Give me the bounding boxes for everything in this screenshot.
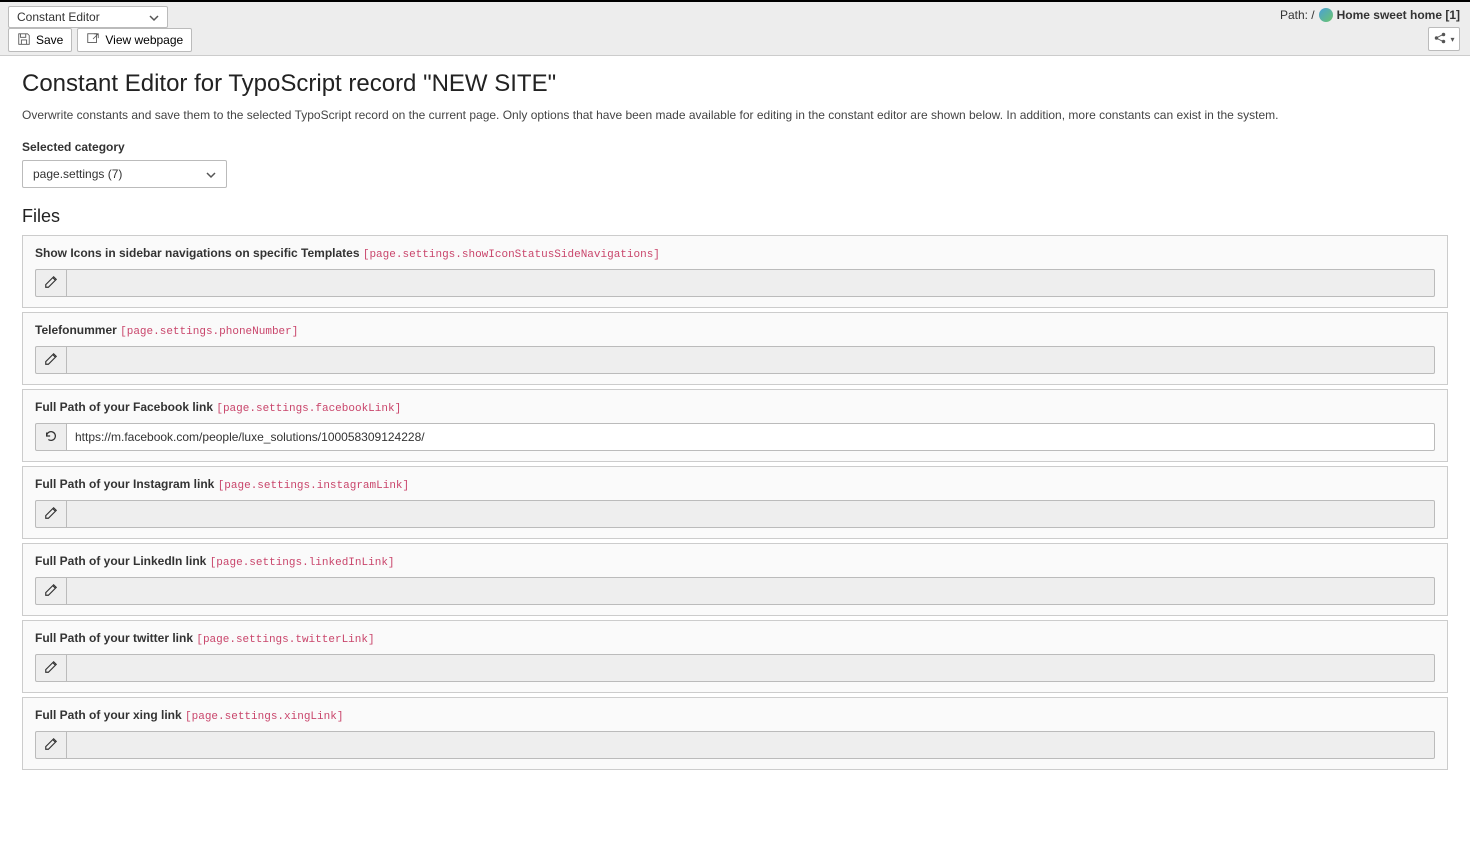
pencil-icon	[44, 275, 58, 292]
constant-row	[35, 577, 1435, 605]
constant-label: Full Path of your LinkedIn link [page.se…	[35, 554, 1435, 569]
page-title: Constant Editor for TypoScript record "N…	[22, 70, 1448, 98]
constant-row	[35, 500, 1435, 528]
constant-item: Full Path of your Instagram link [page.s…	[22, 466, 1448, 539]
save-button[interactable]: Save	[8, 28, 72, 52]
constant-value-input[interactable]	[67, 731, 1435, 759]
pencil-icon	[44, 737, 58, 754]
constant-key: [page.settings.showIconStatusSideNavigat…	[363, 249, 660, 261]
constant-value-input[interactable]	[67, 423, 1435, 451]
pencil-icon	[44, 583, 58, 600]
view-icon	[86, 32, 100, 49]
edit-button[interactable]	[35, 654, 67, 682]
constant-label: Full Path of your Facebook link [page.se…	[35, 400, 1435, 415]
pencil-icon	[44, 506, 58, 523]
constant-key: [page.settings.instagramLink]	[218, 480, 409, 492]
chevron-down-icon	[149, 12, 159, 22]
constant-label: Full Path of your Instagram link [page.s…	[35, 477, 1435, 492]
constant-key: [page.settings.facebookLink]	[216, 403, 401, 415]
constant-label: Full Path of your xing link [page.settin…	[35, 708, 1435, 723]
constant-value-input[interactable]	[67, 654, 1435, 682]
constant-label-text: Full Path of your Instagram link	[35, 477, 218, 491]
constant-item: Full Path of your xing link [page.settin…	[22, 697, 1448, 770]
caret-down-icon: ▾	[1450, 35, 1454, 44]
constant-key: [page.settings.linkedInLink]	[210, 557, 395, 569]
constant-item: Telefonummer [page.settings.phoneNumber]	[22, 312, 1448, 385]
constant-label-text: Full Path of your Facebook link	[35, 400, 216, 414]
top-toolbar: Constant Editor Save View webpage Pat	[0, 0, 1470, 56]
edit-button[interactable]	[35, 500, 67, 528]
constant-label-text: Full Path of your LinkedIn link	[35, 554, 210, 568]
save-label: Save	[36, 33, 63, 47]
view-label: View webpage	[105, 33, 183, 47]
category-label: Selected category	[22, 140, 1448, 154]
constant-label: Full Path of your twitter link [page.set…	[35, 631, 1435, 646]
constant-row	[35, 731, 1435, 759]
constant-label: Show Icons in sidebar navigations on spe…	[35, 246, 1435, 261]
constant-label: Telefonummer [page.settings.phoneNumber]	[35, 323, 1435, 338]
constant-item: Show Icons in sidebar navigations on spe…	[22, 235, 1448, 308]
category-value: page.settings (7)	[33, 167, 122, 181]
constant-key: [page.settings.phoneNumber]	[120, 326, 298, 338]
constant-key: [page.settings.twitterLink]	[196, 634, 374, 646]
pencil-icon	[44, 660, 58, 677]
page-description: Overwrite constants and save them to the…	[22, 108, 1448, 122]
constants-list: Show Icons in sidebar navigations on spe…	[22, 235, 1448, 770]
globe-icon	[1319, 8, 1333, 22]
constant-item: Full Path of your LinkedIn link [page.se…	[22, 543, 1448, 616]
constant-label-text: Telefonummer	[35, 323, 120, 337]
module-selector[interactable]: Constant Editor	[8, 6, 168, 28]
undo-icon	[44, 429, 58, 446]
module-selector-value: Constant Editor	[17, 10, 100, 24]
main-content: Constant Editor for TypoScript record "N…	[0, 56, 1470, 788]
constant-value-input[interactable]	[67, 577, 1435, 605]
save-icon	[17, 32, 31, 49]
constant-value-input[interactable]	[67, 500, 1435, 528]
constant-label-text: Full Path of your twitter link	[35, 631, 196, 645]
undo-button[interactable]	[35, 423, 67, 451]
edit-button[interactable]	[35, 346, 67, 374]
constant-key: [page.settings.xingLink]	[185, 711, 343, 723]
share-button[interactable]: ▾	[1428, 27, 1460, 51]
edit-button[interactable]	[35, 577, 67, 605]
constant-value-input[interactable]	[67, 269, 1435, 297]
section-title: Files	[22, 206, 1448, 227]
breadcrumb: Path: / Home sweet home [1]	[1280, 8, 1460, 22]
path-prefix: Path: /	[1280, 8, 1315, 22]
constant-item: Full Path of your twitter link [page.set…	[22, 620, 1448, 693]
constant-value-input[interactable]	[67, 346, 1435, 374]
constant-label-text: Show Icons in sidebar navigations on spe…	[35, 246, 363, 260]
view-webpage-button[interactable]: View webpage	[77, 28, 192, 52]
category-selector[interactable]: page.settings (7)	[22, 160, 227, 188]
constant-item: Full Path of your Facebook link [page.se…	[22, 389, 1448, 462]
edit-button[interactable]	[35, 731, 67, 759]
path-page-name[interactable]: Home sweet home [1]	[1337, 8, 1460, 22]
pencil-icon	[44, 352, 58, 369]
edit-button[interactable]	[35, 269, 67, 297]
share-icon	[1433, 31, 1447, 48]
constant-row	[35, 269, 1435, 297]
constant-row	[35, 346, 1435, 374]
constant-row	[35, 654, 1435, 682]
constant-label-text: Full Path of your xing link	[35, 708, 185, 722]
constant-row	[35, 423, 1435, 451]
chevron-down-icon	[206, 169, 216, 179]
